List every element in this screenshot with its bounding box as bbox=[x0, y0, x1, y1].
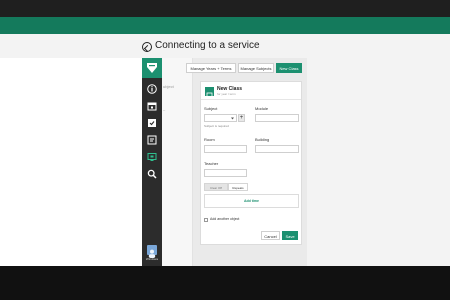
manage-subjects-button[interactable]: Manage Subjects bbox=[238, 63, 274, 73]
cancel-button[interactable]: Cancel bbox=[261, 231, 280, 240]
back-arrow-icon[interactable] bbox=[142, 42, 152, 52]
subject-select[interactable] bbox=[204, 114, 237, 122]
screen-icon[interactable] bbox=[147, 152, 157, 162]
new-class-button[interactable]: New Class bbox=[276, 63, 302, 73]
add-another-label: Add another object bbox=[210, 217, 240, 221]
building-input[interactable] bbox=[255, 145, 299, 153]
module-label: Module bbox=[255, 106, 269, 111]
window-title: Connecting to a service bbox=[155, 40, 260, 51]
app-window: Connecting to a service Windows ubject –… bbox=[0, 34, 450, 266]
bottom-bar bbox=[0, 266, 450, 300]
chevron-down-icon bbox=[231, 117, 234, 120]
checklist-icon[interactable] bbox=[147, 118, 157, 128]
note-icon[interactable] bbox=[147, 135, 157, 145]
subject-column-header: ubject bbox=[163, 84, 174, 89]
add-another-checkbox[interactable] bbox=[204, 218, 208, 222]
add-time-button[interactable]: Add time bbox=[204, 194, 299, 208]
calendar-icon[interactable] bbox=[147, 101, 157, 111]
subject-label: Subject bbox=[204, 106, 218, 111]
nav-sidebar: Windows bbox=[142, 58, 162, 266]
class-icon bbox=[205, 87, 214, 99]
add-subject-button[interactable]: + bbox=[238, 114, 245, 122]
room-input[interactable] bbox=[204, 145, 247, 153]
window-header: Connecting to a service bbox=[0, 34, 450, 58]
subject-hint: Subject is required bbox=[204, 124, 229, 128]
room-label: Room bbox=[204, 137, 215, 142]
divider bbox=[201, 99, 301, 100]
new-class-dialog: New Class for year / term Subject + Subj… bbox=[200, 81, 302, 245]
splash-title-band bbox=[0, 17, 450, 47]
top-system-bar bbox=[0, 0, 450, 17]
teacher-input[interactable] bbox=[204, 169, 247, 177]
clear-off-toggle[interactable]: Clear Off bbox=[204, 183, 228, 191]
repeats-toggle[interactable]: Repeats bbox=[228, 183, 248, 191]
search-icon[interactable] bbox=[147, 169, 157, 179]
app-logo-icon[interactable] bbox=[142, 58, 162, 78]
teacher-label: Teacher bbox=[204, 161, 219, 166]
module-input[interactable] bbox=[255, 114, 299, 122]
left-blank-area bbox=[0, 58, 142, 266]
avatar[interactable] bbox=[147, 245, 157, 258]
main-content: ubject – Manage Years + Terms Manage Sub… bbox=[162, 58, 307, 266]
dialog-subtitle: for year / term bbox=[217, 92, 236, 96]
subject-column-line: – bbox=[163, 107, 166, 112]
manage-years-terms-button[interactable]: Manage Years + Terms bbox=[186, 63, 236, 73]
save-button[interactable]: Save bbox=[282, 231, 298, 240]
building-label: Building bbox=[255, 137, 270, 142]
user-name: Windows bbox=[145, 257, 159, 261]
subject-column: ubject – bbox=[162, 58, 193, 266]
info-icon[interactable] bbox=[147, 84, 157, 94]
